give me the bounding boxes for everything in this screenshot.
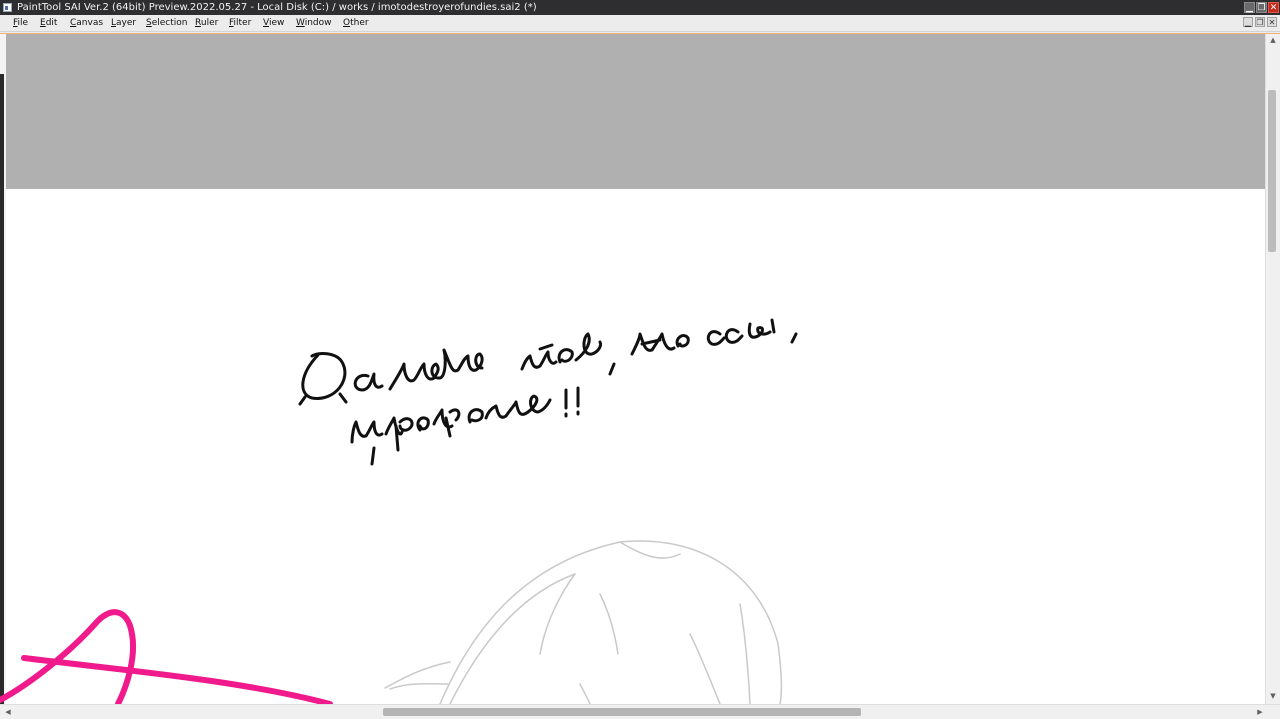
restore-button[interactable]: ❐ — [1256, 2, 1267, 13]
window-controls: ▁ ❐ ✕ — [1244, 2, 1279, 13]
scroll-left-arrow[interactable]: ◀ — [2, 705, 14, 719]
menu-view[interactable]: View — [263, 15, 284, 31]
scroll-down-arrow[interactable]: ▼ — [1266, 690, 1280, 702]
scroll-up-arrow[interactable]: ▲ — [1266, 34, 1280, 46]
menu-layer[interactable]: Layer — [111, 15, 136, 31]
title-bar: PaintTool SAI Ver.2 (64bit) Preview.2022… — [0, 0, 1280, 15]
sketch-lines — [384, 540, 783, 704]
menu-bar: File Edit Canvas Layer Selection Ruler F… — [0, 15, 1280, 32]
horizontal-scroll-thumb[interactable] — [383, 708, 861, 716]
pink-brush-stroke — [0, 609, 333, 704]
menu-ruler[interactable]: Ruler — [195, 15, 218, 31]
vertical-scrollbar[interactable]: ▲ ▼ — [1265, 34, 1280, 704]
document-close-button[interactable]: ✕ — [1267, 17, 1277, 27]
scroll-right-arrow[interactable]: ▶ — [1254, 705, 1266, 719]
document-window-controls: ▁ ❐ ✕ — [1243, 17, 1277, 27]
document-minimize-button[interactable]: ▁ — [1243, 17, 1253, 27]
canvas-view[interactable]: ▲ ▼ ◀ ▶ — [0, 33, 1280, 719]
app-icon — [3, 3, 12, 12]
document-restore-button[interactable]: ❐ — [1255, 17, 1265, 27]
canvas-artwork[interactable] — [0, 34, 1265, 704]
horizontal-scrollbar[interactable]: ◀ ▶ — [0, 704, 1280, 719]
menu-file[interactable]: File — [13, 15, 28, 31]
menu-edit[interactable]: Edit — [40, 15, 57, 31]
menu-selection[interactable]: Selection — [146, 15, 187, 31]
handwritten-text — [298, 318, 798, 466]
menu-canvas[interactable]: Canvas — [70, 15, 103, 31]
menu-window[interactable]: Window — [296, 15, 332, 31]
vertical-scroll-thumb[interactable] — [1268, 90, 1276, 252]
minimize-button[interactable]: ▁ — [1244, 2, 1255, 13]
close-button[interactable]: ✕ — [1268, 2, 1279, 13]
menu-filter[interactable]: Filter — [229, 15, 251, 31]
menu-other[interactable]: Other — [343, 15, 369, 31]
window-title: PaintTool SAI Ver.2 (64bit) Preview.2022… — [17, 2, 537, 13]
